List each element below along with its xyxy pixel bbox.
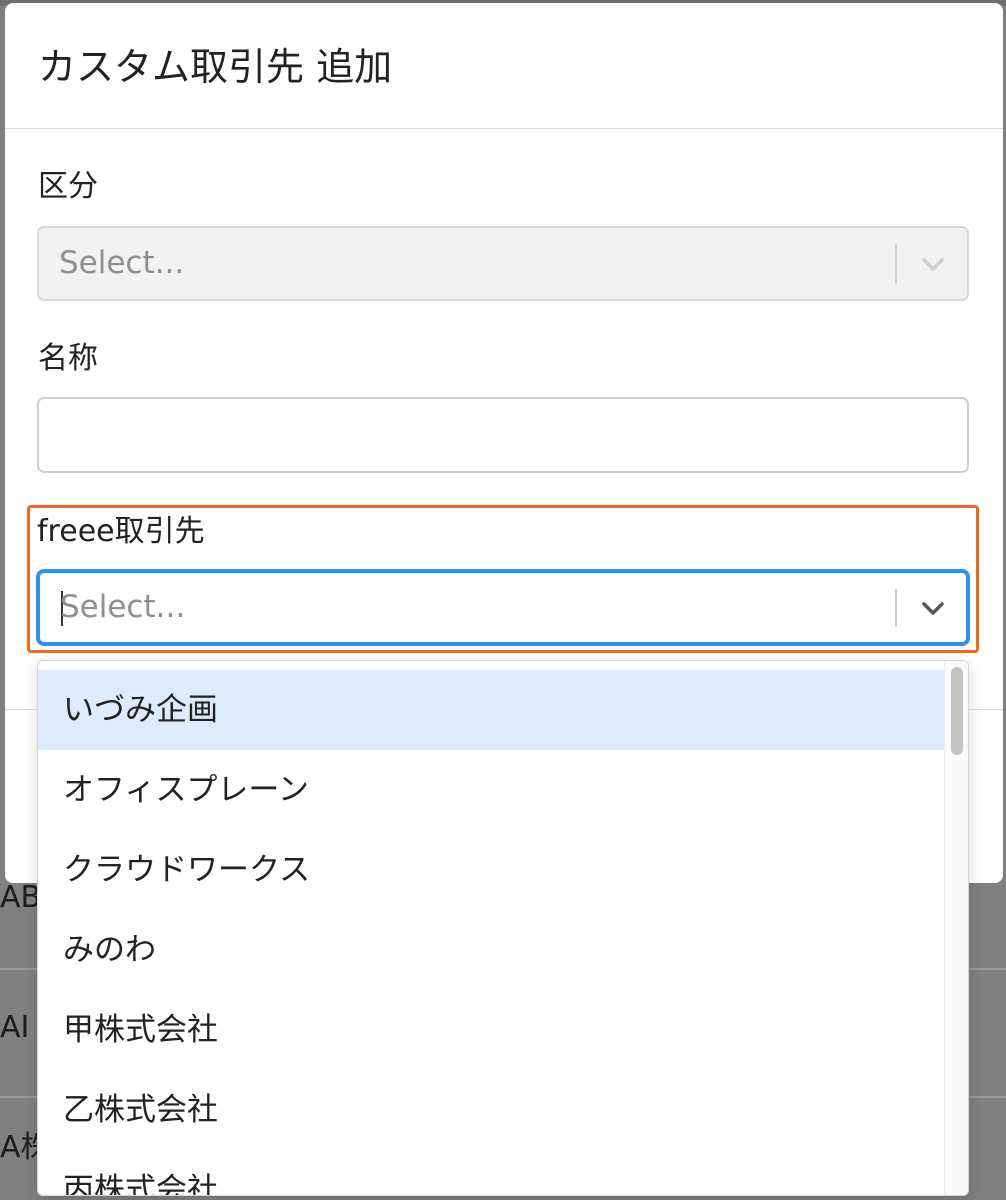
kubun-select[interactable]: Select... — [37, 226, 969, 301]
dropdown-option[interactable]: オフィスプレーン — [38, 750, 946, 830]
backdrop-divider — [969, 1096, 1006, 1098]
modal-header: カスタム取引先 追加 — [5, 3, 1003, 129]
dropdown-option[interactable]: 甲株式会社 — [38, 990, 946, 1070]
dropdown-option-list: いづみ企画 オフィスプレーン クラウドワークス みのわ 甲株式会社 乙株式会社 … — [38, 670, 946, 1195]
dropdown-option[interactable]: クラウドワークス — [38, 830, 946, 910]
dropdown-option[interactable]: みのわ — [38, 910, 946, 990]
freee-partner-dropdown-menu: いづみ企画 オフィスプレーン クラウドワークス みのわ 甲株式会社 乙株式会社 … — [37, 660, 969, 1196]
freee-partner-select[interactable]: Select... — [37, 570, 969, 645]
chevron-down-icon[interactable] — [919, 254, 947, 274]
backdrop-divider — [0, 968, 37, 970]
dropdown-option[interactable]: いづみ企画 — [38, 670, 946, 750]
dropdown-scrollbar[interactable] — [944, 661, 968, 1195]
backdrop-divider — [969, 968, 1006, 970]
chevron-down-icon[interactable] — [919, 598, 947, 618]
modal-title: カスタム取引先 追加 — [38, 45, 393, 89]
meisho-label: 名称 — [38, 341, 98, 376]
backdrop-divider — [0, 1096, 37, 1098]
backdrop-text-a-kabu: A株 — [0, 1130, 38, 1165]
kubun-label: 区分 — [38, 169, 98, 204]
freee-partner-label: freee取引先 — [37, 514, 205, 549]
kubun-select-placeholder: Select... — [59, 245, 185, 281]
freee-partner-select-placeholder: Select... — [60, 589, 186, 625]
kubun-select-separator — [895, 244, 897, 283]
dropdown-option[interactable]: 丙株式会社 — [38, 1150, 946, 1195]
backdrop-text-ai: AI — [0, 1010, 30, 1045]
backdrop-text-ab: AB — [0, 880, 40, 915]
dropdown-option[interactable]: 乙株式会社 — [38, 1070, 946, 1150]
meisho-input[interactable] — [37, 397, 969, 473]
freee-partner-select-separator — [895, 589, 897, 626]
dropdown-scrollbar-thumb[interactable] — [951, 667, 963, 755]
